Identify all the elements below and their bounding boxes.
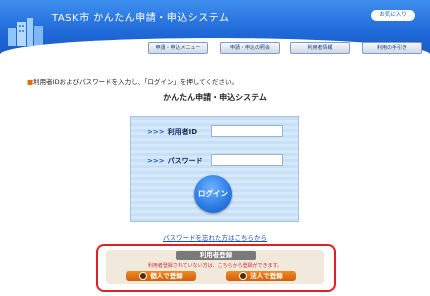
userid-label: 利用者ID: [167, 128, 198, 136]
app-title: TASK市 かんたん申請・申込システム: [52, 13, 230, 24]
header-banner: TASK市 かんたん申請・申込システム お気に入り 申請・申込メニュー 申請・申…: [0, 0, 430, 58]
nav-apply-inquiry[interactable]: 申請・申込の照会: [220, 42, 280, 54]
nav-user-info[interactable]: 利用者情報: [290, 42, 350, 54]
instruction-label: 利用者IDおよびパスワードを入力し、「ログイン」を押してください。: [33, 78, 238, 86]
userid-input[interactable]: [211, 125, 283, 137]
page-title: かんたん申請・申込システム: [163, 93, 267, 102]
instruction-text: ■利用者IDおよびパスワードを入力し、「ログイン」を押してください。: [27, 76, 238, 86]
registration-box: 利用者登録 利用者登録されていない方は、こちらから登録ができます。 個人で登録 …: [96, 244, 336, 292]
userid-label-row: >>> 利用者ID: [147, 127, 197, 137]
register-corporate-label: 法人で登録: [250, 272, 283, 280]
city-building-logo-icon: [8, 18, 43, 46]
register-individual-button[interactable]: 個人で登録: [126, 271, 196, 281]
building-icon: [239, 271, 248, 280]
registration-description: 利用者登録されていない方は、こちらから登録ができます。: [147, 263, 283, 269]
register-individual-label: 個人で登録: [150, 272, 183, 280]
person-icon: [139, 271, 148, 280]
login-panel: >>> 利用者ID >>> パスワード ログイン: [130, 116, 299, 222]
password-label-row: >>> パスワード: [147, 156, 203, 166]
nav-apply-menu[interactable]: 申請・申込メニュー: [148, 42, 208, 54]
top-navigation: 申請・申込メニュー 申請・申込の照会 利用者情報 利用の手引き: [148, 42, 426, 54]
password-input[interactable]: [211, 154, 283, 166]
login-button[interactable]: ログイン: [194, 175, 232, 213]
favorite-button[interactable]: お気に入り: [371, 10, 415, 21]
arrow-icon: >>>: [147, 157, 165, 165]
nav-user-guide[interactable]: 利用の手引き: [362, 42, 422, 54]
register-corporate-button[interactable]: 法人で登録: [226, 271, 296, 281]
registration-panel: 利用者登録 利用者登録されていない方は、こちらから登録ができます。 個人で登録 …: [106, 250, 324, 284]
registration-title: 利用者登録: [176, 251, 256, 260]
forgot-password-link[interactable]: パスワードを忘れた方はこちらから: [0, 232, 430, 242]
password-label: パスワード: [167, 157, 203, 165]
arrow-icon: >>>: [147, 128, 165, 136]
